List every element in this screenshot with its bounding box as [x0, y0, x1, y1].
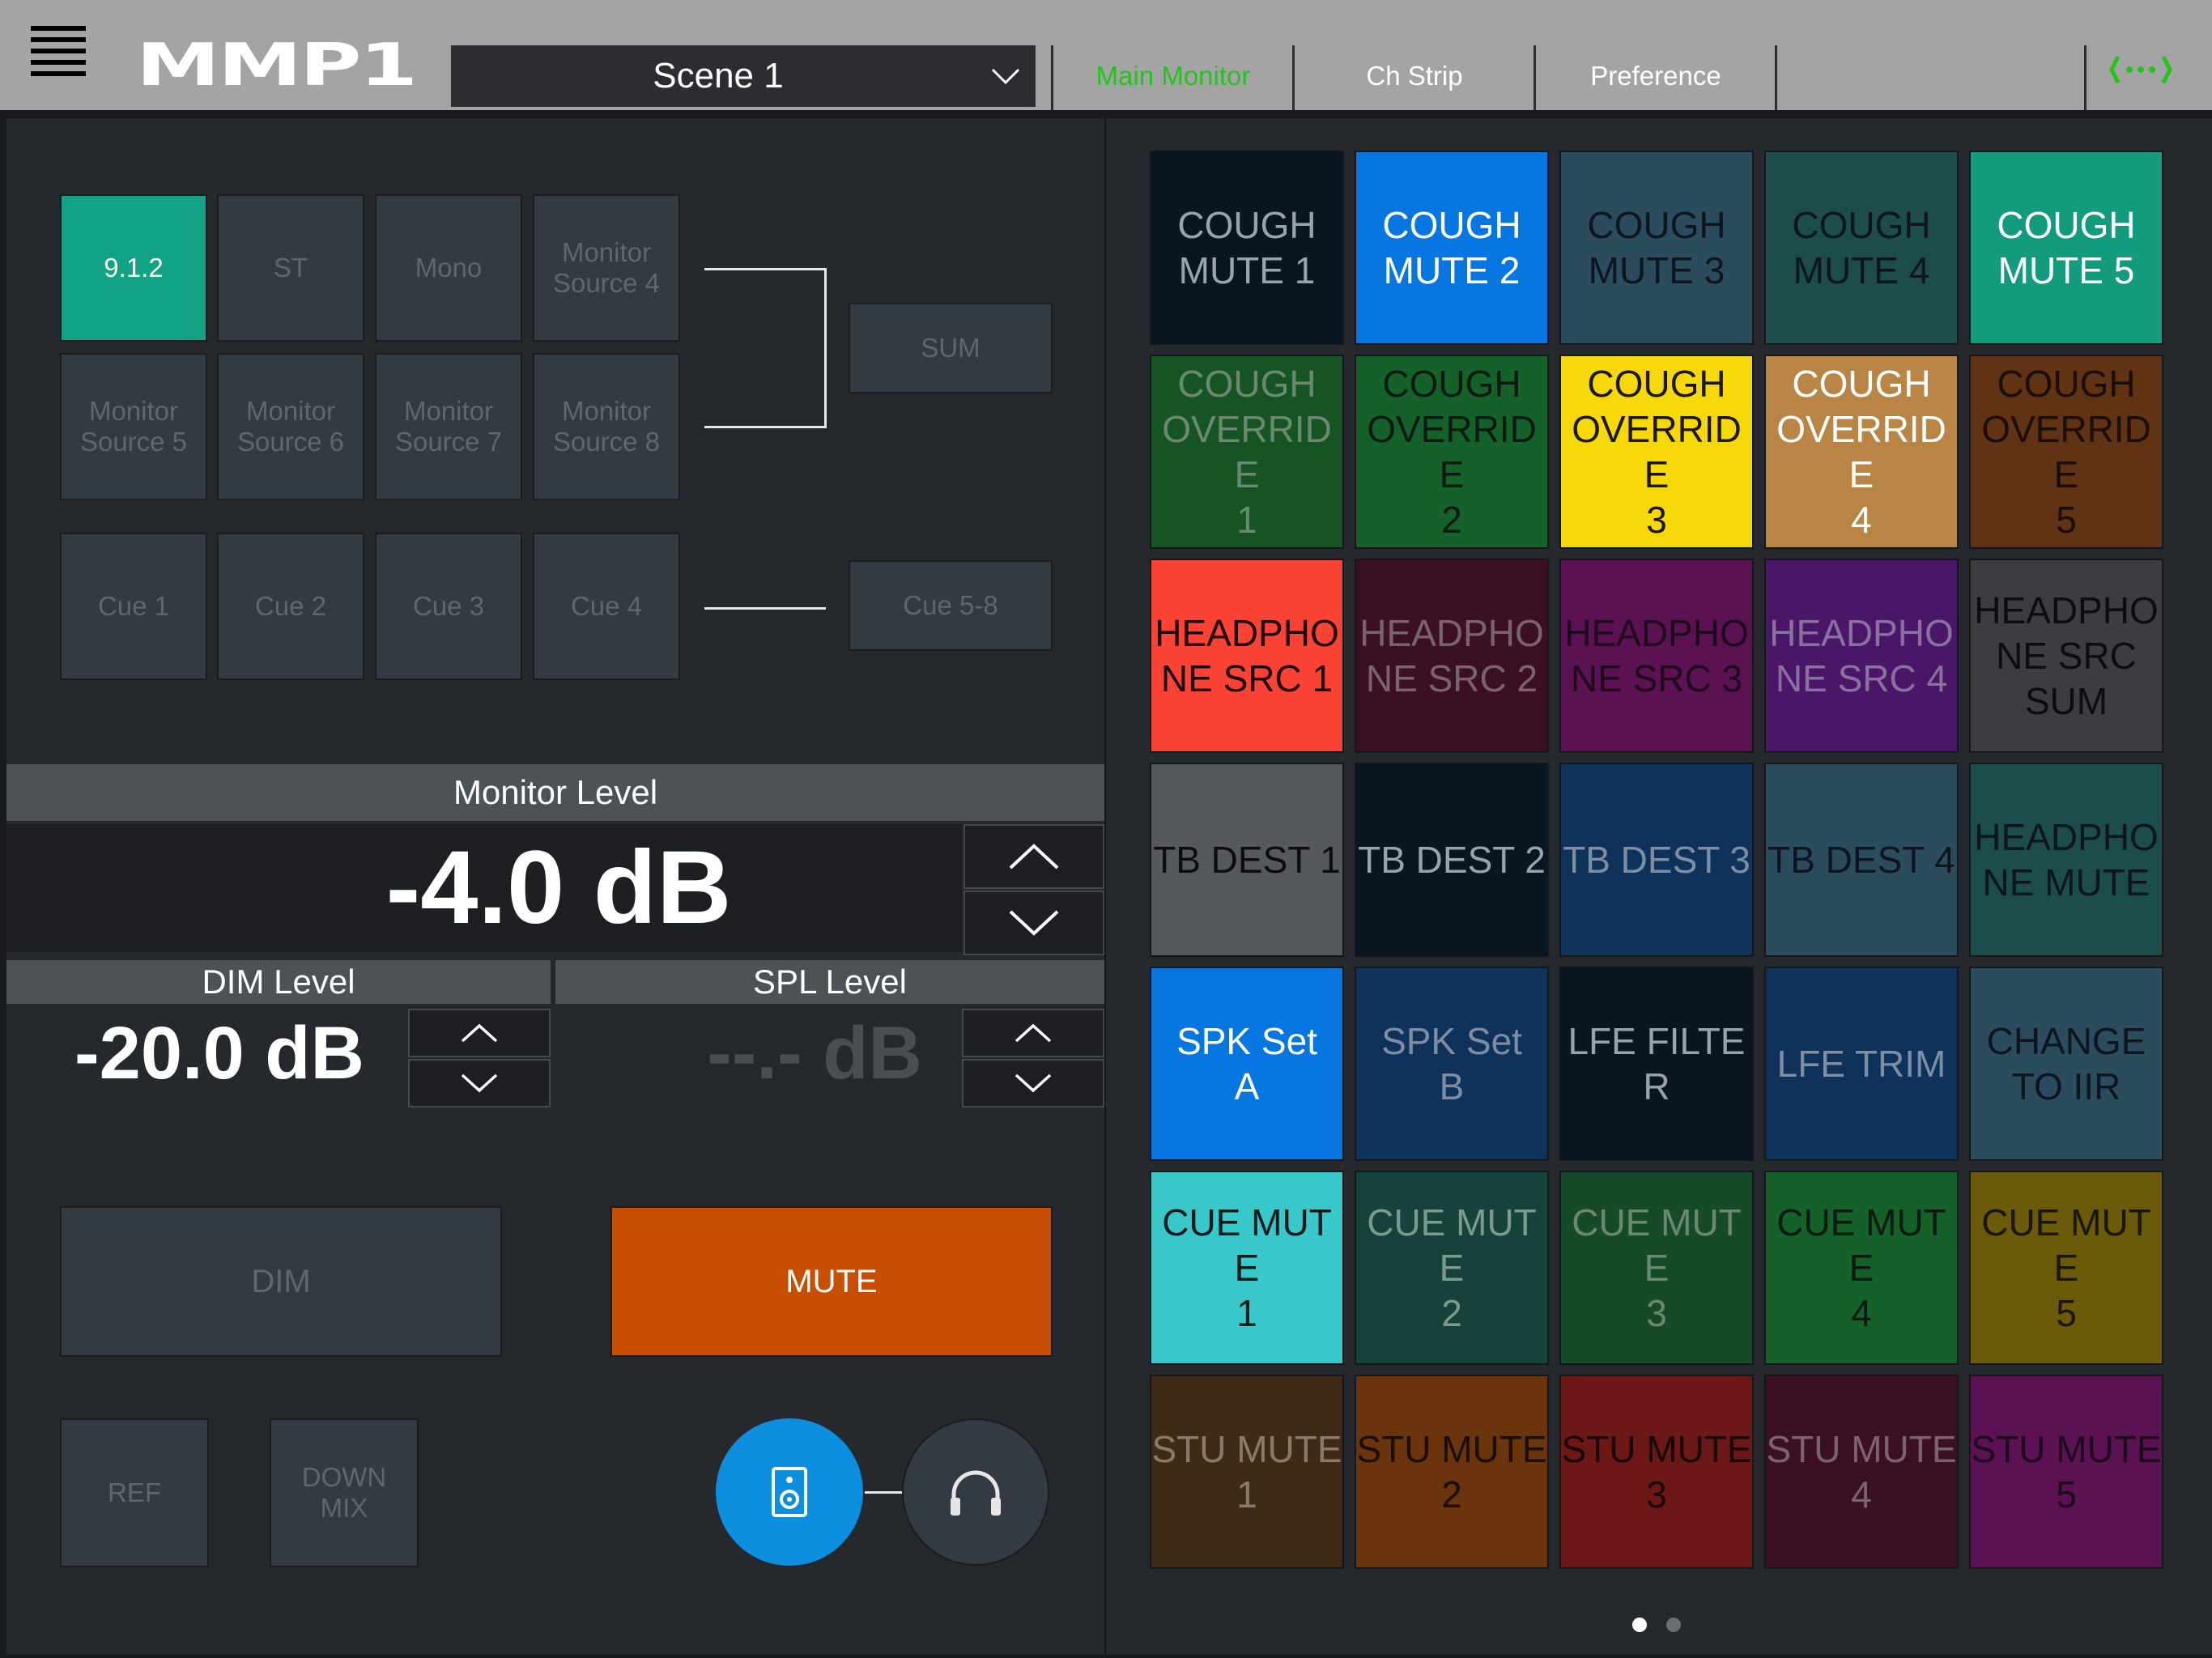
user-key-34[interactable]: STU MUTE 4: [1764, 1375, 1959, 1569]
user-key-30[interactable]: CUE MUTE 5: [1969, 1171, 2163, 1365]
dim-level-label: DIM Level: [6, 960, 551, 1004]
source-button-mono[interactable]: Mono: [375, 194, 522, 342]
user-key-20[interactable]: HEADPHO NE MUTE: [1969, 763, 2163, 957]
chevron-up-icon: [461, 1023, 498, 1043]
user-key-33[interactable]: STU MUTE 3: [1559, 1375, 1754, 1569]
dim-level-up-button[interactable]: [408, 1009, 551, 1057]
source-button-monitor-source-5[interactable]: Monitor Source 5: [60, 353, 207, 500]
chevron-up-icon: [1015, 1023, 1052, 1043]
app-logo: MMP1: [136, 31, 418, 99]
user-key-10[interactable]: COUGH OVERRIDE 5: [1969, 355, 2163, 549]
user-key-9[interactable]: COUGH OVERRIDE 4: [1764, 355, 1959, 549]
user-key-28[interactable]: CUE MUTE 3: [1559, 1171, 1754, 1365]
monitor-level-down-button[interactable]: [963, 891, 1104, 955]
connector-line: [704, 268, 826, 270]
user-key-13[interactable]: HEADPHO NE SRC 3: [1559, 559, 1754, 753]
headphone-button[interactable]: [902, 1418, 1049, 1566]
spl-level-up-button[interactable]: [962, 1009, 1104, 1057]
user-key-4[interactable]: COUGH MUTE 4: [1764, 151, 1959, 345]
user-key-21[interactable]: SPK Set A: [1150, 967, 1344, 1161]
user-key-15[interactable]: HEADPHO NE SRC SUM: [1969, 559, 2163, 753]
chevron-up-icon: [1009, 844, 1059, 869]
user-key-7[interactable]: COUGH OVERRIDE 2: [1355, 355, 1549, 549]
scene-label: Scene 1: [653, 56, 784, 96]
user-key-19[interactable]: TB DEST 4: [1764, 763, 1959, 957]
user-key-32[interactable]: STU MUTE 2: [1355, 1375, 1549, 1569]
monitor-level-label: Monitor Level: [6, 764, 1104, 821]
user-key-8[interactable]: COUGH OVERRIDE 3: [1559, 355, 1754, 549]
page-dot-2[interactable]: [1666, 1618, 1681, 1632]
connection-icon[interactable]: [2108, 50, 2173, 89]
connector-line: [704, 426, 826, 428]
cue-button-1[interactable]: Cue 1: [60, 533, 207, 680]
user-key-12[interactable]: HEADPHO NE SRC 2: [1355, 559, 1549, 753]
mute-button[interactable]: MUTE: [610, 1206, 1053, 1357]
scene-selector[interactable]: Scene 1: [451, 45, 1036, 107]
tab-preference[interactable]: Preference: [1537, 45, 1775, 107]
chevron-down-icon: [461, 1073, 498, 1093]
user-key-17[interactable]: TB DEST 2: [1355, 763, 1549, 957]
source-button-st[interactable]: ST: [217, 194, 364, 342]
user-key-22[interactable]: SPK Set B: [1355, 967, 1549, 1161]
source-button-monitor-source-4[interactable]: Monitor Source 4: [533, 194, 680, 342]
spl-level-down-button[interactable]: [962, 1059, 1104, 1107]
user-key-14[interactable]: HEADPHO NE SRC 4: [1764, 559, 1959, 753]
user-key-27[interactable]: CUE MUTE 2: [1355, 1171, 1549, 1365]
user-key-1[interactable]: COUGH MUTE 1: [1150, 151, 1344, 345]
spl-level-display: --.- dB: [555, 1005, 960, 1101]
user-key-24[interactable]: LFE TRIM: [1764, 967, 1959, 1161]
user-key-35[interactable]: STU MUTE 5: [1969, 1375, 2163, 1569]
tab-main-monitor[interactable]: Main Monitor: [1054, 45, 1292, 107]
user-key-29[interactable]: CUE MUTE 4: [1764, 1171, 1959, 1365]
monitor-level-up-button[interactable]: [963, 824, 1104, 889]
dim-level-display: -20.0 dB: [6, 1005, 406, 1101]
speaker-icon: [772, 1467, 807, 1517]
dim-level-down-button[interactable]: [408, 1059, 551, 1107]
source-button-monitor-source-6[interactable]: Monitor Source 6: [217, 353, 364, 500]
user-key-2[interactable]: COUGH MUTE 2: [1355, 151, 1549, 345]
user-key-11[interactable]: HEADPHO NE SRC 1: [1150, 559, 1344, 753]
cue-5-8-button[interactable]: Cue 5-8: [849, 560, 1053, 651]
source-button-912[interactable]: 9.1.2: [60, 194, 207, 342]
connector-line: [704, 607, 826, 610]
spl-level-label: SPL Level: [555, 960, 1104, 1004]
ref-button[interactable]: REF: [60, 1418, 209, 1567]
user-key-23[interactable]: LFE FILTER: [1559, 967, 1754, 1161]
downmix-button[interactable]: DOWN MIX: [270, 1418, 419, 1567]
user-key-16[interactable]: TB DEST 1: [1150, 763, 1344, 957]
sum-button[interactable]: SUM: [849, 303, 1053, 393]
user-key-3[interactable]: COUGH MUTE 3: [1559, 151, 1754, 345]
connector-line: [824, 268, 827, 428]
dim-level-value: -20.0 dB: [74, 1012, 364, 1095]
chevron-down-icon: [1015, 1073, 1052, 1093]
source-button-monitor-source-7[interactable]: Monitor Source 7: [375, 353, 522, 500]
user-key-26[interactable]: CUE MUTE 1: [1150, 1171, 1344, 1365]
page-dot-1[interactable]: [1632, 1618, 1647, 1632]
monitor-level-display: -4.0 dB: [6, 824, 962, 952]
user-key-5[interactable]: COUGH MUTE 5: [1969, 151, 2163, 345]
user-key-31[interactable]: STU MUTE 1: [1150, 1375, 1344, 1569]
top-bar: MMP1 Scene 1 Main Monitor Ch Strip Prefe…: [0, 0, 2212, 110]
user-defined-keys-panel: COUGH MUTE 1 COUGH MUTE 2 COUGH MUTE 3 COUG…: [1106, 118, 2212, 1655]
monitor-level-value: -4.0 dB: [385, 830, 732, 946]
user-key-6[interactable]: COUGH OVERRIDE 1: [1150, 355, 1344, 549]
menu-icon[interactable]: [31, 26, 86, 76]
chevron-down-icon: [991, 68, 1020, 85]
cue-button-2[interactable]: Cue 2: [217, 533, 364, 680]
monitor-control-panel: 9.1.2 ST Mono Monitor Source 4 Monitor S…: [6, 118, 1104, 1655]
user-key-25[interactable]: CHANGE TO IIR: [1969, 967, 2163, 1161]
dim-button[interactable]: DIM: [60, 1206, 502, 1357]
cue-button-3[interactable]: Cue 3: [375, 533, 522, 680]
cue-button-4[interactable]: Cue 4: [533, 533, 680, 680]
tab-ch-strip[interactable]: Ch Strip: [1295, 45, 1534, 107]
user-key-18[interactable]: TB DEST 3: [1559, 763, 1754, 957]
headphone-icon: [951, 1470, 1001, 1516]
source-button-monitor-source-8[interactable]: Monitor Source 8: [533, 353, 680, 500]
chevron-down-icon: [1009, 910, 1059, 936]
speaker-button[interactable]: [716, 1418, 863, 1566]
